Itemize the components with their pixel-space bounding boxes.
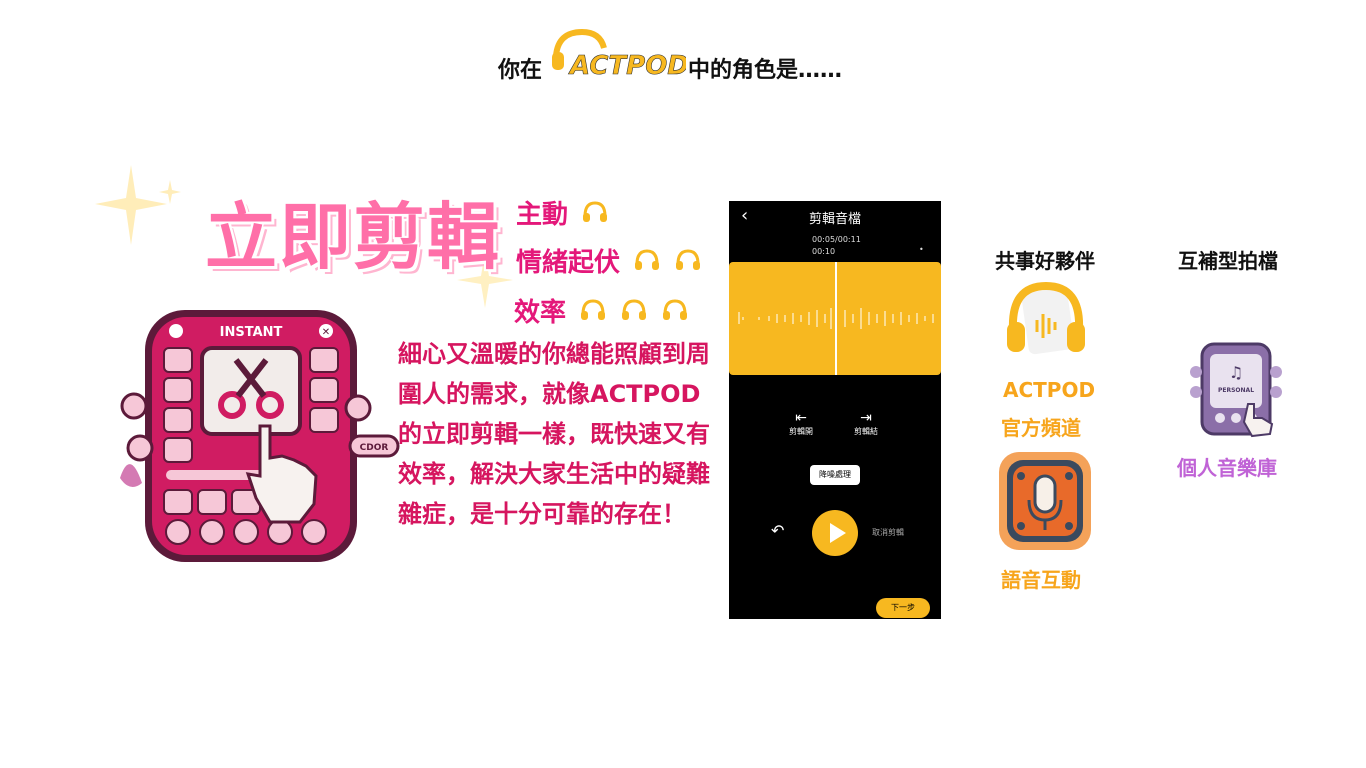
cut-end-button[interactable]: ⇥ 剪輯結 bbox=[841, 410, 891, 437]
instant-edit-illustration: INSTANT ✕ CDOR bbox=[110, 308, 400, 568]
editor-title: 剪輯音檔 bbox=[808, 212, 861, 227]
svg-text:♫: ♫ bbox=[1229, 363, 1243, 382]
actpod-label: ACTPOD bbox=[1003, 378, 1096, 402]
cancel-edit-button[interactable]: 取消剪輯 bbox=[872, 527, 904, 538]
stat-emotion: 情緒起伏 bbox=[516, 242, 702, 279]
headphone-icon bbox=[581, 200, 609, 231]
cut-start-icon: ⇤ bbox=[795, 410, 807, 426]
role-description: 細心又溫暖的你總能照顧到周圍人的需求，就像ACTPOD的立即剪輯一樣，既快速又有… bbox=[398, 340, 710, 528]
music-phone-icon: ♫ PERSONAL bbox=[1190, 342, 1282, 438]
complement-partner-heading: 互補型拍檔 bbox=[1178, 249, 1278, 273]
illustration-side-label: CDOR bbox=[360, 443, 389, 453]
play-button[interactable] bbox=[812, 510, 858, 556]
microphone-app-icon bbox=[999, 452, 1091, 550]
stat-proactive: 主動 bbox=[516, 194, 609, 231]
good-partner-heading: 共事好夥伴 bbox=[995, 249, 1095, 273]
denoise-button[interactable]: 降噪處理 bbox=[810, 465, 860, 485]
headphone-icon bbox=[633, 248, 661, 279]
marker-dot-icon: • bbox=[919, 245, 924, 254]
personal-library-label: 個人音樂庫 bbox=[1177, 456, 1277, 480]
library-art-text: PERSONAL bbox=[1218, 387, 1254, 394]
headphone-icon bbox=[579, 298, 607, 329]
actpod-logo: ACTPOD bbox=[548, 26, 689, 82]
voice-interaction-label: 語音互動 bbox=[1001, 568, 1081, 592]
waveform-area[interactable] bbox=[729, 262, 941, 375]
headphone-icon bbox=[620, 298, 648, 329]
logo-text: ACTPOD bbox=[568, 51, 686, 81]
svg-text:✕: ✕ bbox=[322, 327, 330, 338]
official-channel-label: 官方頻道 bbox=[1001, 416, 1081, 440]
headphone-icon bbox=[674, 248, 702, 279]
undo-icon[interactable]: ↶ bbox=[771, 521, 784, 540]
stat-efficiency: 效率 bbox=[514, 292, 689, 329]
stat-label: 效率 bbox=[514, 298, 567, 328]
header-prefix: 你在 bbox=[498, 58, 543, 83]
headphone-icon bbox=[661, 298, 689, 329]
cut-position-line[interactable] bbox=[835, 262, 837, 375]
header-suffix: 中的角色是…… bbox=[688, 58, 843, 83]
time-readout: 00:05/00:11 bbox=[812, 235, 861, 244]
actpod-headphone-icon bbox=[1007, 281, 1085, 355]
cut-end-icon: ⇥ bbox=[860, 410, 872, 426]
illustration-top-label: INSTANT bbox=[220, 325, 283, 340]
role-title: 立即剪輯 bbox=[205, 195, 502, 279]
cut-start-button[interactable]: ⇤ 剪輯開 bbox=[776, 410, 826, 437]
stat-label: 情緒起伏 bbox=[516, 248, 621, 278]
stat-label: 主動 bbox=[516, 200, 569, 230]
sparkle-icon bbox=[95, 165, 181, 245]
phone-editor-mockup: ‹ 剪輯音檔 00:05/00:11 00:10 • ⇤ 剪輯開 ⇥ 剪輯結 降… bbox=[729, 201, 941, 619]
next-step-button[interactable]: 下一步 bbox=[876, 598, 930, 618]
time-marker: 00:10 bbox=[812, 247, 836, 256]
